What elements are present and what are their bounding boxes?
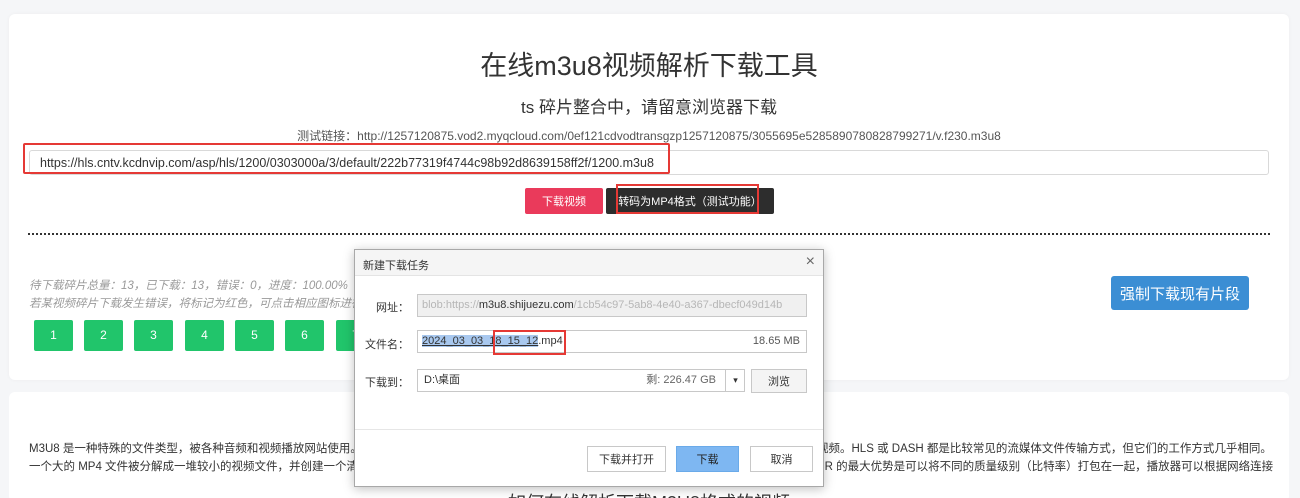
new-download-dialog: 新建下载任务 × 网址： blob:https://m3u8.shijuezu.… xyxy=(354,249,824,487)
description-text: 视频。HLS 或 DASH 都是比较常见的流媒体文件传输方式，但它们的工作方式几… xyxy=(817,443,1272,455)
segment-button[interactable]: 3 xyxy=(134,320,173,351)
dotted-divider xyxy=(28,233,1270,235)
url-host: m3u8.shijuezu.com xyxy=(478,299,574,311)
dialog-header: 新建下载任务 × xyxy=(355,250,823,276)
dialog-divider xyxy=(355,429,823,430)
test-link[interactable]: 测试链接：http://1257120875.vod2.myqcloud.com… xyxy=(9,127,1289,144)
cancel-button[interactable]: 取消 xyxy=(750,446,813,472)
force-download-button[interactable]: 强制下载现有片段 xyxy=(1111,276,1249,310)
url-suffix: /1cb54c97-5ab8-4e40-a367-dbecf049d14b xyxy=(573,299,783,311)
file-size: 18.65 MB xyxy=(752,335,800,347)
download-video-button[interactable]: 下载视频 xyxy=(525,188,603,214)
browse-button[interactable]: 浏览 xyxy=(751,369,807,393)
filename-field[interactable]: 2024_03_03_18_15_12.mp4 18.65 MB xyxy=(417,330,807,353)
download-and-open-button[interactable]: 下载并打开 xyxy=(587,446,666,472)
status-subtitle: ts 碎片整合中，请留意浏览器下载 xyxy=(521,98,777,117)
download-stats: 待下载碎片总量：13，已下载：13，错误：0，进度：100.00% xyxy=(29,280,348,292)
page-title: 在线m3u8视频解析下载工具 xyxy=(480,51,818,81)
url-highlight-box xyxy=(23,143,670,174)
chevron-down-icon[interactable]: ▾ xyxy=(725,369,745,392)
dialog-title: 新建下载任务 xyxy=(363,260,429,272)
segment-button[interactable]: 5 xyxy=(235,320,274,351)
close-icon[interactable]: × xyxy=(806,253,815,271)
directory-path: D:\桌面 xyxy=(424,374,461,386)
free-space: 剩: 226.47 GB xyxy=(646,374,716,386)
segment-button[interactable]: 1 xyxy=(34,320,73,351)
download-button[interactable]: 下载 xyxy=(676,446,739,472)
description-text: 一个大的 MP4 文件被分解成一堆较小的视频文件，并创建一个清 xyxy=(29,461,359,473)
download-url-field[interactable]: blob:https://m3u8.shijuezu.com/1cb54c97-… xyxy=(417,294,807,317)
description-text: BR 的最大优势是可以将不同的质量级别（比特率）打包在一起，播放器可以根据网络连… xyxy=(817,461,1274,473)
url-label: 网址： xyxy=(376,302,409,314)
error-hint: 若某视频碎片下载发生错误，将标记为红色，可点击相应图标进行重试 xyxy=(29,298,361,310)
filename-label: 文件名： xyxy=(365,339,409,351)
save-directory-field[interactable]: D:\桌面 剩: 226.47 GB xyxy=(417,369,745,392)
filename-highlight-box xyxy=(493,330,566,355)
url-prefix: blob:https:// xyxy=(422,299,479,311)
segment-button[interactable]: 2 xyxy=(84,320,123,351)
mp4-highlight-box xyxy=(616,184,759,214)
save-to-label: 下载到： xyxy=(365,377,409,389)
description-text: M3U8 是一种特殊的文件类型，被各种音频和视频播放网站使用。 xyxy=(29,443,362,455)
segment-button[interactable]: 4 xyxy=(185,320,224,351)
segment-button[interactable]: 6 xyxy=(285,320,324,351)
howto-heading: 如何在线解析下载M3U8格式的视频 xyxy=(9,489,1289,498)
